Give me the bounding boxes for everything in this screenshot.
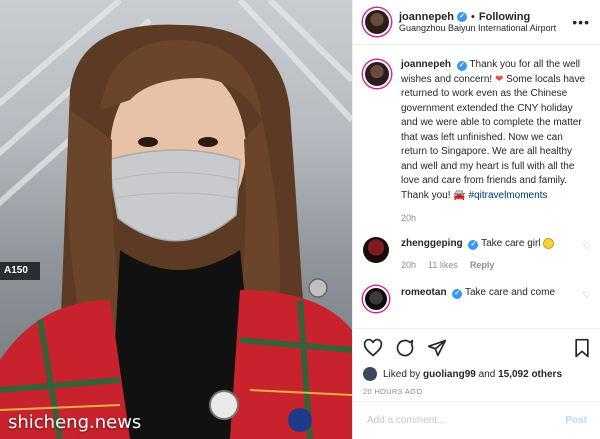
watermark: shicheng.news: [8, 412, 142, 433]
caption-username[interactable]: joannepeh: [401, 59, 451, 70]
caption-time[interactable]: 20h: [401, 213, 591, 223]
caption-body-continued: Some locals have returned to work even a…: [401, 73, 586, 201]
comment-body: romeotan ✓ Take care and come: [401, 286, 577, 300]
comment-like-heart-icon[interactable]: ♡: [583, 241, 591, 252]
comment-like-heart-icon[interactable]: ♡: [583, 290, 591, 301]
comments-section[interactable]: joannepeh ✓ Thank you for all the well w…: [353, 46, 600, 328]
action-icons: [363, 335, 591, 361]
heart-emoji-icon: ❤: [494, 73, 504, 85]
photo-illustration: [0, 0, 352, 439]
airport-gate-sign: A150: [0, 262, 40, 280]
comment-time[interactable]: 20h: [401, 259, 416, 272]
save-bookmark-icon[interactable]: [573, 338, 591, 358]
post-caption: joannepeh ✓ Thank you for all the well w…: [363, 58, 591, 203]
commenter-avatar[interactable]: [363, 285, 389, 312]
post-header: joannepeh ✓ • Following Guangzhou Baiyun…: [353, 0, 600, 45]
verified-badge-icon: ✓: [457, 11, 468, 22]
comment-likes[interactable]: 11 likes: [428, 259, 458, 272]
reply-button[interactable]: Reply: [470, 259, 495, 272]
add-comment-input[interactable]: [367, 415, 566, 426]
location-link[interactable]: Guangzhou Baiyun International Airport: [399, 23, 556, 33]
liked-by-and: and: [478, 368, 496, 380]
smile-emoji-icon: [543, 237, 555, 249]
comment-meta: 20h 11 likes Reply: [401, 259, 577, 272]
like-heart-icon[interactable]: [363, 338, 383, 358]
hashtag-link[interactable]: #qitravelmoments: [469, 190, 548, 201]
verified-badge-icon: ✓: [452, 288, 463, 299]
caption-author-avatar[interactable]: [363, 60, 391, 88]
add-comment-bar: Post: [353, 401, 600, 439]
post-side-panel: joannepeh ✓ • Following Guangzhou Baiyun…: [352, 0, 600, 439]
following-button[interactable]: Following: [479, 11, 530, 24]
verified-badge-icon: ✓: [456, 61, 467, 71]
comment-bubble-icon[interactable]: [395, 338, 415, 358]
header-text: joannepeh ✓ • Following Guangzhou Baiyun…: [399, 11, 556, 34]
comment-body: zhenggeping ✓ Take care girl 20h 11 like…: [401, 237, 577, 272]
author-username[interactable]: joannepeh: [399, 11, 454, 24]
author-avatar[interactable]: [363, 8, 391, 36]
post-actions: Liked by guoliang99 and 15,092 others 20…: [353, 328, 600, 396]
commenter-avatar[interactable]: [363, 237, 389, 263]
post-button[interactable]: Post: [565, 415, 587, 426]
liked-by-user[interactable]: guoliang99: [423, 369, 476, 380]
comment-item: romeotan ✓ Take care and come ♡: [363, 285, 591, 312]
comment-text: Take care girl: [481, 238, 541, 249]
more-options-icon[interactable]: •••: [572, 14, 590, 30]
comment-item: zhenggeping ✓ Take care girl 20h 11 like…: [363, 237, 591, 272]
car-emoji-icon: 🚘: [453, 189, 466, 201]
commenter-username[interactable]: zhenggeping: [401, 238, 463, 249]
verified-badge-icon: ✓: [468, 240, 479, 250]
post-timestamp[interactable]: 20 HOURS AGO: [363, 387, 591, 396]
separator-dot: •: [471, 10, 475, 23]
post-photo[interactable]: A150 shicheng.news: [0, 0, 352, 439]
liked-by-row: Liked by guoliang99 and 15,092 others: [363, 367, 591, 381]
caption-text: joannepeh ✓ Thank you for all the well w…: [401, 58, 591, 203]
commenter-username[interactable]: romeotan: [401, 287, 447, 298]
liker-avatar[interactable]: [363, 367, 377, 381]
liked-by-count[interactable]: 15,092 others: [498, 369, 562, 380]
liked-by-prefix: Liked by: [383, 368, 421, 380]
comment-text: Take care and come: [464, 286, 556, 298]
share-paper-plane-icon[interactable]: [427, 338, 447, 358]
